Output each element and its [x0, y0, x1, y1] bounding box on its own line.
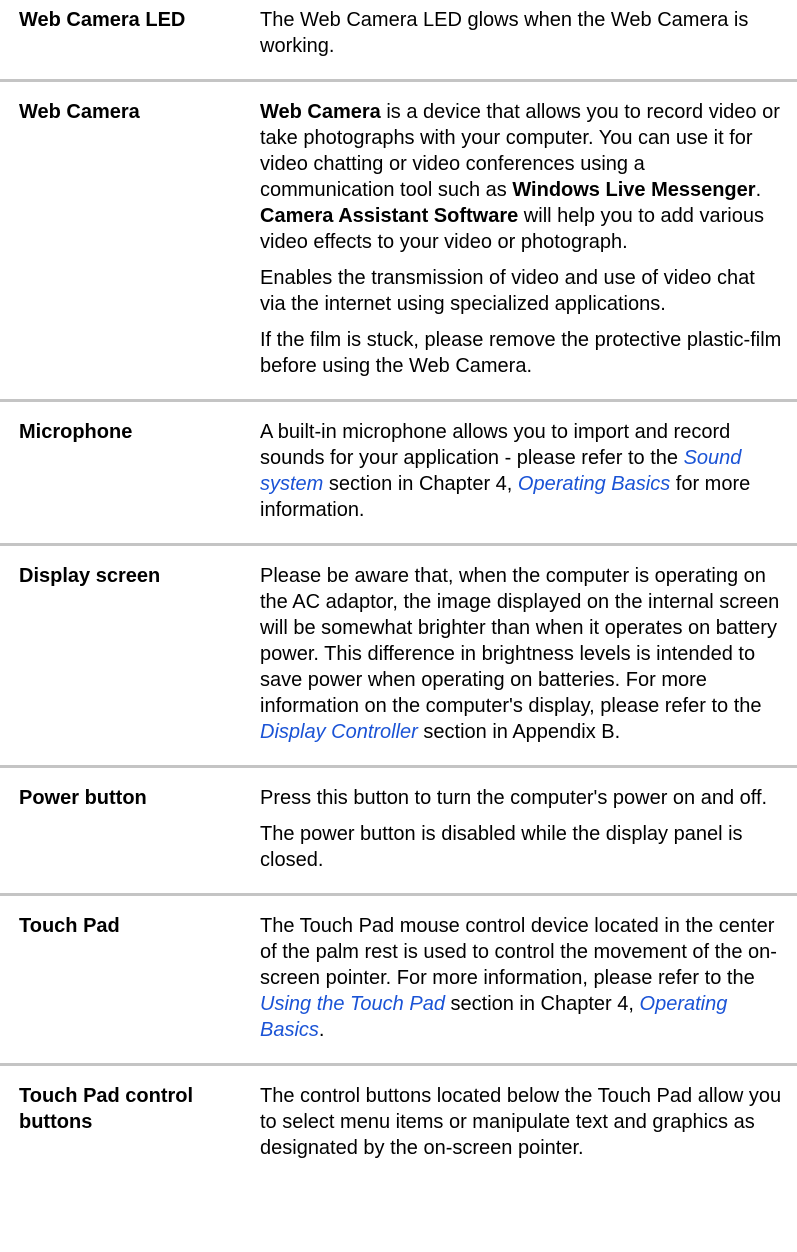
table-row: Display screen Please be aware that, whe… — [0, 546, 797, 768]
paragraph: The Web Camera LED glows when the Web Ca… — [260, 9, 749, 57]
table-row: Touch Pad control buttons The control bu… — [0, 1066, 797, 1161]
paragraph: Press this button to turn the computer's… — [260, 787, 768, 809]
paragraph: A built-in microphone allows you to impo… — [260, 419, 783, 523]
table-row: Touch Pad The Touch Pad mouse control de… — [0, 896, 797, 1066]
text-span: Please be aware that, when the computer … — [260, 565, 780, 717]
description: A built-in microphone allows you to impo… — [260, 419, 797, 523]
table-row: Web Camera LED The Web Camera LED glows … — [0, 0, 797, 82]
paragraph: Enables the transmission of video and us… — [260, 267, 755, 315]
link-operating-basics[interactable]: Operating Basics — [518, 473, 670, 495]
paragraph: The power button is disabled while the d… — [260, 823, 743, 871]
description: Please be aware that, when the computer … — [260, 563, 797, 745]
table-row: Web Camera Web Camera is a device that a… — [0, 82, 797, 402]
term-touch-pad: Touch Pad — [19, 915, 120, 937]
text-span: . — [318, 1019, 325, 1041]
term-display-screen: Display screen — [19, 565, 161, 587]
text-span: section in Chapter 4, — [323, 473, 518, 495]
term-web-camera: Web Camera — [19, 101, 140, 123]
description: The control buttons located below the To… — [260, 1083, 797, 1161]
table-row: Microphone A built-in microphone allows … — [0, 402, 797, 546]
description: The Touch Pad mouse control device locat… — [260, 913, 797, 1043]
bold-text: Camera Assistant Software — [260, 205, 519, 227]
term-web-camera-led: Web Camera LED — [19, 9, 186, 31]
description: The Web Camera LED glows when the Web Ca… — [260, 7, 797, 59]
text-span: A built-in microphone allows you to impo… — [260, 421, 731, 469]
paragraph: The Touch Pad mouse control device locat… — [260, 913, 783, 1043]
description: Web Camera is a device that allows you t… — [260, 99, 797, 379]
text-span: section in Appendix B. — [417, 721, 621, 743]
link-display-controller[interactable]: Display Controller — [260, 721, 418, 743]
text-span: . — [755, 179, 762, 201]
text-span: The Touch Pad mouse control device locat… — [260, 915, 777, 989]
link-using-the-touch-pad[interactable]: Using the Touch Pad — [260, 993, 445, 1015]
bold-text: Web Camera — [260, 101, 381, 123]
paragraph: If the film is stuck, please remove the … — [260, 329, 782, 377]
term-microphone: Microphone — [19, 421, 133, 443]
term-power-button: Power button — [19, 787, 147, 809]
paragraph: Please be aware that, when the computer … — [260, 563, 783, 745]
description: Press this button to turn the computer's… — [260, 785, 797, 873]
table-row: Power button Press this button to turn t… — [0, 768, 797, 896]
paragraph: Web Camera is a device that allows you t… — [260, 99, 783, 255]
paragraph: The control buttons located below the To… — [260, 1085, 782, 1159]
document-page: Web Camera LED The Web Camera LED glows … — [0, 0, 797, 1252]
text-span: section in Chapter 4, — [444, 993, 640, 1015]
bold-text: Windows Live Messenger — [512, 179, 756, 201]
term-touch-pad-control-buttons: Touch Pad control buttons — [19, 1085, 194, 1133]
